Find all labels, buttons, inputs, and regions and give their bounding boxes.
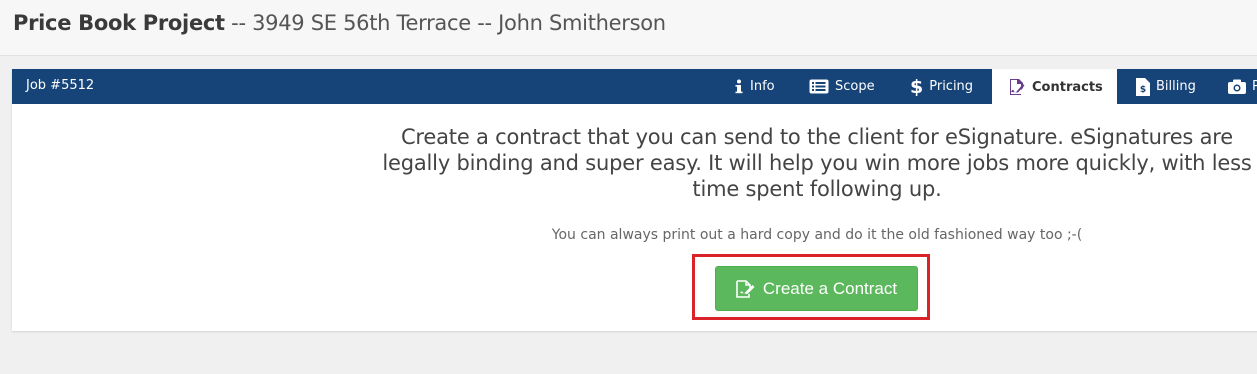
create-contract-label: Create a Contract [762, 278, 898, 298]
tab-billing-label: Billing [1156, 79, 1196, 94]
list-icon [809, 79, 829, 94]
page-title: Price Book Project -- 3949 SE 56th Terra… [13, 10, 666, 36]
project-name: Price Book Project [13, 11, 225, 35]
tab-contracts-label: Contracts [1032, 79, 1103, 95]
page-header: Price Book Project -- 3949 SE 56th Terra… [0, 0, 1257, 56]
print-hint-text: You can always print out a hard copy and… [551, 227, 1083, 243]
contract-edit-icon [736, 279, 756, 298]
tab-photos-label: P [1252, 79, 1257, 94]
job-panel: Job #5512 Info Scope $ Pricing Contracts [12, 69, 1257, 331]
info-icon [734, 79, 744, 95]
tab-billing[interactable]: $ Billing [1136, 69, 1196, 104]
tab-info[interactable]: Info [734, 69, 775, 104]
tab-contracts[interactable]: Contracts [992, 69, 1117, 105]
signature-icon [1008, 78, 1026, 96]
tab-photos[interactable]: P [1228, 69, 1257, 104]
contract-intro-text: Create a contract that you can send to t… [382, 125, 1252, 201]
create-contract-button[interactable]: Create a Contract [715, 266, 918, 311]
svg-text:$: $ [1140, 85, 1146, 95]
job-nav-bar: Job #5512 Info Scope $ Pricing Contracts [12, 69, 1257, 105]
tab-pricing-label: Pricing [929, 79, 974, 94]
camera-icon [1228, 79, 1246, 94]
job-number: Job #5512 [26, 78, 95, 93]
invoice-icon: $ [1136, 77, 1150, 96]
dollar-icon: $ [910, 75, 924, 98]
tab-pricing[interactable]: $ Pricing [910, 69, 973, 104]
tab-scope[interactable]: Scope [809, 69, 875, 104]
tab-scope-label: Scope [835, 79, 875, 94]
tab-info-label: Info [750, 79, 775, 94]
project-address-client: -- 3949 SE 56th Terrace -- John Smithers… [224, 11, 666, 35]
